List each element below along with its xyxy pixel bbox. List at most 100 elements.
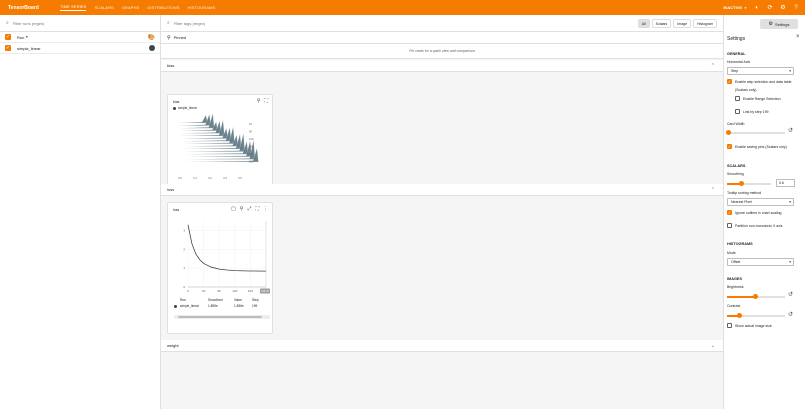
run-checkbox[interactable]: ✓ <box>5 45 11 51</box>
filter-all-button[interactable]: All <box>637 19 650 28</box>
fullscreen-icon[interactable]: ⛶ <box>255 206 259 212</box>
dark-mode-icon[interactable]: ◐ <box>754 5 760 11</box>
filter-histogram-button[interactable]: Histogram <box>693 19 717 28</box>
actual-size-label: Show actual image size <box>735 324 772 328</box>
palette-icon[interactable]: 🎨 <box>148 34 155 41</box>
chevron-up-icon[interactable]: ⌃ <box>711 187 715 193</box>
reset-icon[interactable]: ↺ <box>788 291 793 298</box>
pin-card-icon[interactable]: ⚲ <box>257 98 261 104</box>
scalars-only-note: (Scalars only) <box>735 88 757 92</box>
card-toolbar: ⚲ ⛶ <box>257 98 268 104</box>
fullscreen-icon[interactable]: ⛶ <box>264 98 268 104</box>
link-by-step-checkbox[interactable] <box>735 109 740 114</box>
brightness-slider[interactable] <box>727 294 785 299</box>
tab-time-series[interactable]: TIME SERIES <box>60 4 87 11</box>
pinned-empty-note: Pin cards for a quick view and compariso… <box>161 44 723 59</box>
group-header-weight[interactable]: weight ⌄ <box>161 340 723 352</box>
chevron-down-icon[interactable]: ⌄ <box>711 343 715 349</box>
col-run[interactable]: Run <box>180 298 208 302</box>
y-tick-label: 500 <box>249 152 254 156</box>
data-table: Run Smoothed Value Step simple_linear 1.… <box>168 298 274 319</box>
x-tick-label: 160 <box>248 289 253 293</box>
runs-filter-input[interactable]: Filter runs (regex) <box>13 21 45 26</box>
tab-distributions[interactable]: DISTRIBUTIONS <box>147 5 179 10</box>
range-selection-label: Enable Range Selection <box>743 97 781 101</box>
refresh-icon[interactable]: ⟳ <box>767 5 773 11</box>
pinning-checkbox[interactable]: ✓ <box>727 144 732 149</box>
x-tick-label: 80 <box>218 289 222 293</box>
step-selection-checkbox[interactable]: ✓ <box>727 79 732 84</box>
group-header-bias[interactable]: bias ⌃ <box>161 60 723 72</box>
run-column-header[interactable]: Run <box>17 35 24 40</box>
brightness-knob[interactable] <box>753 294 758 299</box>
group-name: weight <box>167 343 179 348</box>
smoothing-slider[interactable] <box>727 181 771 186</box>
run-row[interactable]: ✓ simple_linear <box>0 43 160 54</box>
histogram-plot[interactable]: 10 50 100 200 500 800 0.0 0.1 0.2 0.4 0.5 <box>168 111 274 191</box>
expand-icon[interactable]: ▢ <box>231 206 236 212</box>
ignore-outliers-checkbox[interactable]: ✓ <box>727 210 732 215</box>
filter-image-button[interactable]: Image <box>673 19 692 28</box>
sort-arrow-icon: ▼ <box>25 35 29 39</box>
tag-filter-input[interactable]: Filter tags (regex) <box>174 21 205 26</box>
partition-checkbox[interactable] <box>727 223 732 228</box>
more-vert-icon[interactable]: ⋮ <box>263 206 268 212</box>
smoothing-label: Smoothing <box>727 172 744 176</box>
run-color-swatch[interactable] <box>149 45 155 51</box>
runs-filter[interactable]: ⌕ Filter runs (regex) <box>0 15 160 32</box>
card-width-label: Card Width <box>727 122 745 126</box>
select-all-checkbox[interactable]: ✓ <box>5 34 11 40</box>
row-value: 1.836e <box>234 304 244 308</box>
reset-icon[interactable]: ↺ <box>788 127 793 134</box>
fit-domain-icon[interactable]: ⤢ <box>247 206 251 212</box>
y-tick-label: 0 <box>183 285 185 289</box>
contrast-knob[interactable] <box>737 313 742 318</box>
tab-graphs[interactable]: GRAPHS <box>122 5 140 10</box>
link-by-step-label: Link by step 199 <box>743 110 769 114</box>
y-tick-label: 200 <box>249 145 254 149</box>
card-width-knob[interactable] <box>726 130 731 135</box>
images-section: IMAGES <box>727 277 742 281</box>
filter-scalars-button[interactable]: Scalars <box>651 19 672 28</box>
reset-icon[interactable]: ↺ <box>788 311 793 318</box>
y-tick-label: 800 <box>249 160 254 164</box>
range-selection-checkbox[interactable] <box>735 96 740 101</box>
contrast-slider[interactable] <box>727 313 785 318</box>
x-tick-label: 0.0 <box>178 176 182 180</box>
y-tick-label: 100 <box>249 137 254 141</box>
tab-scalars[interactable]: SCALARS <box>94 5 113 10</box>
tab-histograms[interactable]: HISTOGRAMS <box>188 5 216 10</box>
smoothing-input[interactable]: 0.6 <box>776 179 795 187</box>
tooltip-sorting-label: Tooltip sorting method <box>727 191 762 195</box>
histogram-layer <box>178 113 243 129</box>
data-table-header: Run Smoothed Value Step <box>168 298 274 302</box>
x-tick-label: 0.2 <box>208 176 212 180</box>
card-width-slider[interactable] <box>726 130 785 135</box>
table-row: simple_linear 1.895e 1.836e 199 <box>168 304 274 308</box>
col-smoothed[interactable]: Smoothed <box>208 298 234 302</box>
search-icon: ⌕ <box>6 20 9 26</box>
group-header-loss[interactable]: loss ⌃ <box>161 184 723 196</box>
runs-header-row: ✓ Run ▼ 🎨 <box>0 32 160 43</box>
smoothing-knob[interactable] <box>739 181 744 186</box>
pin-card-icon[interactable]: ⚲ <box>240 206 244 212</box>
settings-gear-icon[interactable]: ⚙ <box>780 5 786 11</box>
tag-filter[interactable]: ⌕ Filter tags (regex) All Scalars Image … <box>161 15 723 32</box>
mode-select[interactable]: Offset ▾ <box>727 258 794 266</box>
table-scrollbar[interactable] <box>174 315 270 319</box>
tooltip-sorting-select[interactable]: Nearest Pixel ▾ <box>727 198 794 206</box>
close-icon[interactable]: × <box>796 34 800 40</box>
actual-size-checkbox[interactable] <box>727 323 732 328</box>
ignore-outliers-label: Ignore outliers in chart scaling <box>735 211 782 215</box>
loss-line-chart[interactable]: 3 2 1 00 40 80 120 160 199.76 <box>168 215 274 295</box>
col-step[interactable]: Step <box>252 298 259 302</box>
plugin-dropdown[interactable]: INACTIVE ▼ <box>723 5 747 10</box>
chevron-up-icon[interactable]: ⌃ <box>711 63 715 69</box>
col-value[interactable]: Value <box>234 298 252 302</box>
help-icon[interactable]: ? <box>793 5 799 11</box>
row-run: simple_linear <box>180 304 199 308</box>
x-tick-label: 0.4 <box>223 176 227 180</box>
horizontal-axis-select[interactable]: Step ▾ <box>727 67 794 75</box>
caret-down-icon: ▼ <box>744 5 747 10</box>
scalars-section: SCALARS <box>727 164 746 168</box>
